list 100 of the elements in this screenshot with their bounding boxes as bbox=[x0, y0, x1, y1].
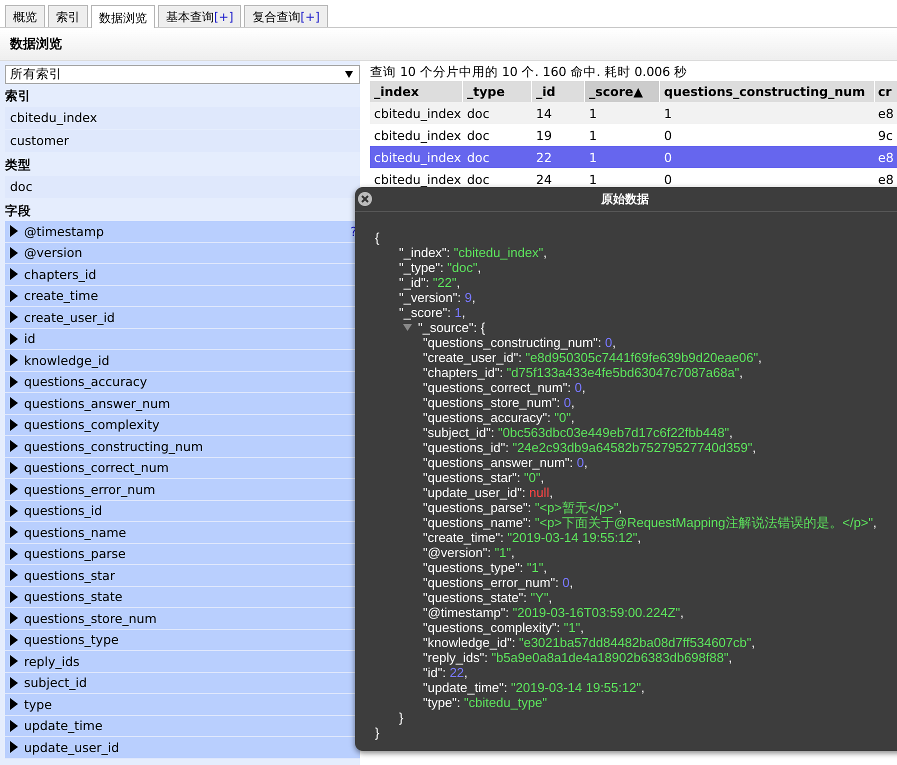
table-cell: cbitedu_index bbox=[374, 128, 462, 142]
table-cell: 22 bbox=[536, 150, 552, 164]
json-line: "questions_store_num": 0, bbox=[423, 395, 575, 410]
caret-icon[interactable] bbox=[10, 462, 18, 474]
field-name[interactable]: create_user_id bbox=[24, 310, 115, 325]
json-line: "update_user_id": null, bbox=[423, 485, 553, 500]
table-cell: cbitedu_index bbox=[374, 150, 462, 164]
json-line: "_version": 9, bbox=[399, 290, 476, 305]
caret-icon[interactable] bbox=[10, 268, 18, 280]
column-header[interactable]: cr bbox=[875, 80, 897, 102]
json-brace: { bbox=[375, 230, 380, 245]
sidebar-item[interactable]: doc bbox=[5, 176, 360, 198]
field-name[interactable]: chapters_id bbox=[24, 266, 96, 282]
caret-icon[interactable] bbox=[10, 612, 18, 624]
field-name[interactable]: create_time bbox=[24, 288, 98, 304]
column-header[interactable]: questions_constructing_num bbox=[660, 80, 875, 102]
tab[interactable]: 索引 bbox=[48, 5, 88, 27]
column-header[interactable]: _type bbox=[463, 80, 532, 102]
caret-icon[interactable] bbox=[10, 311, 18, 324]
caret-icon[interactable] bbox=[10, 332, 18, 345]
field-name[interactable]: update_user_id bbox=[24, 740, 120, 755]
caret-icon[interactable] bbox=[10, 354, 18, 366]
field-name[interactable]: type bbox=[24, 696, 52, 712]
caret-icon[interactable] bbox=[10, 418, 18, 431]
json-line: "type": "cbitedu_type" bbox=[423, 695, 547, 710]
field-name[interactable]: questions_type bbox=[24, 632, 119, 648]
caret-icon[interactable] bbox=[10, 590, 18, 603]
caret-icon[interactable] bbox=[10, 741, 18, 754]
field-name[interactable]: id bbox=[24, 331, 36, 346]
table-cell: 1 bbox=[589, 172, 597, 186]
json-line: "questions_correct_num": 0, bbox=[423, 380, 586, 395]
json-line: "questions_accuracy": "0", bbox=[423, 410, 574, 425]
sidebar-item[interactable]: customer bbox=[5, 130, 360, 152]
table-cell: doc bbox=[467, 150, 490, 164]
field-name[interactable]: subject_id bbox=[24, 675, 87, 690]
index-select[interactable]: 所有索引 bbox=[5, 65, 360, 84]
json-line: "chapters_id": "d75f133a433e4fe5bd63047c7087a68a", bbox=[423, 365, 743, 380]
tab[interactable]: 基本查询[+] bbox=[158, 5, 242, 27]
json-line: "_id": "22", bbox=[399, 275, 460, 290]
section-heading: 索引 bbox=[5, 88, 31, 103]
field-name[interactable]: questions_id bbox=[24, 503, 102, 518]
section-heading: 类型 bbox=[5, 157, 31, 172]
column-header[interactable]: _id bbox=[532, 80, 585, 102]
column-header[interactable]: _index bbox=[370, 80, 463, 102]
field-name[interactable]: knowledge_id bbox=[24, 352, 110, 368]
tab[interactable]: 概览 bbox=[5, 5, 45, 27]
caret-icon[interactable] bbox=[10, 548, 18, 560]
json-line: "questions_id": "24e2c93db9a64582b75279527740d359", bbox=[423, 440, 756, 455]
table-cell: doc bbox=[467, 106, 490, 120]
caret-icon[interactable] bbox=[10, 225, 18, 238]
table-cell: 1 bbox=[589, 106, 597, 120]
json-brace: } bbox=[399, 710, 404, 725]
caret-icon[interactable] bbox=[10, 504, 18, 517]
json-line: "subject_id": "0bc563dbc03e449eb7d17c6f22fbb448", bbox=[423, 425, 733, 440]
json-line: "@timestamp": "2019-03-16T03:59:00.224Z", bbox=[423, 605, 684, 620]
table-cell: 9c bbox=[878, 128, 893, 142]
tab[interactable]: 复合查询[+] bbox=[244, 5, 328, 27]
field-name[interactable]: reply_ids bbox=[24, 654, 80, 669]
json-line: "questions_answer_num": 0, bbox=[423, 455, 588, 470]
field-name[interactable]: @timestamp bbox=[24, 224, 104, 239]
caret-icon[interactable] bbox=[10, 676, 18, 689]
table-cell: 0 bbox=[664, 172, 672, 186]
dropdown-arrow-icon bbox=[345, 71, 353, 78]
caret-icon[interactable] bbox=[10, 246, 18, 259]
json-line: "@version": "1", bbox=[423, 545, 515, 560]
caret-icon[interactable] bbox=[10, 440, 18, 452]
tab[interactable]: 数据浏览 bbox=[91, 5, 155, 28]
json-brace: } bbox=[375, 725, 380, 740]
caret-icon[interactable] bbox=[10, 526, 18, 538]
json-line: "knowledge_id": "e3021ba57dd84482ba08d7ff534607cb", bbox=[423, 635, 755, 650]
caret-icon[interactable] bbox=[10, 290, 18, 302]
field-name[interactable]: questions_star bbox=[24, 568, 115, 583]
caret-icon[interactable] bbox=[10, 483, 18, 496]
caret-icon[interactable] bbox=[10, 655, 18, 668]
caret-icon[interactable] bbox=[10, 698, 18, 710]
section-heading: 字段 bbox=[5, 203, 31, 218]
close-icon[interactable] bbox=[358, 192, 372, 206]
json-line: "questions_parse": "<p>暂无</p>", bbox=[423, 500, 622, 515]
field-name[interactable]: @version bbox=[24, 245, 82, 260]
table-cell: 0 bbox=[664, 128, 672, 142]
caret-icon[interactable] bbox=[10, 397, 18, 410]
caret-icon[interactable] bbox=[10, 634, 18, 646]
caret-icon[interactable] bbox=[10, 376, 18, 388]
json-line: "questions_complexity": "1", bbox=[423, 620, 584, 635]
json-line: "_index": "cbitedu_index", bbox=[399, 245, 547, 260]
json-line: "create_time": "2019-03-14 19:55:12", bbox=[423, 530, 641, 545]
sidebar-item[interactable]: cbitedu_index bbox=[5, 107, 360, 129]
json-line: "_source": { bbox=[418, 320, 486, 335]
table-cell: 1 bbox=[589, 150, 597, 164]
table-row[interactable]: cbitedu_index doc 22 1 0 e8 bbox=[370, 146, 897, 168]
table-cell: 14 bbox=[536, 106, 552, 120]
collapse-toggle-icon[interactable] bbox=[403, 324, 412, 331]
json-line: "questions_star": "0", bbox=[423, 470, 544, 485]
column-header[interactable]: _score▲ bbox=[585, 80, 660, 102]
table-row[interactable]: cbitedu_index doc 14 1 1 e8 bbox=[370, 102, 897, 124]
caret-icon[interactable] bbox=[10, 569, 18, 582]
table-cell: 24 bbox=[536, 172, 552, 186]
caret-icon[interactable] bbox=[10, 720, 18, 732]
field-name[interactable]: update_time bbox=[24, 718, 103, 734]
table-cell: cbitedu_index bbox=[374, 106, 462, 120]
